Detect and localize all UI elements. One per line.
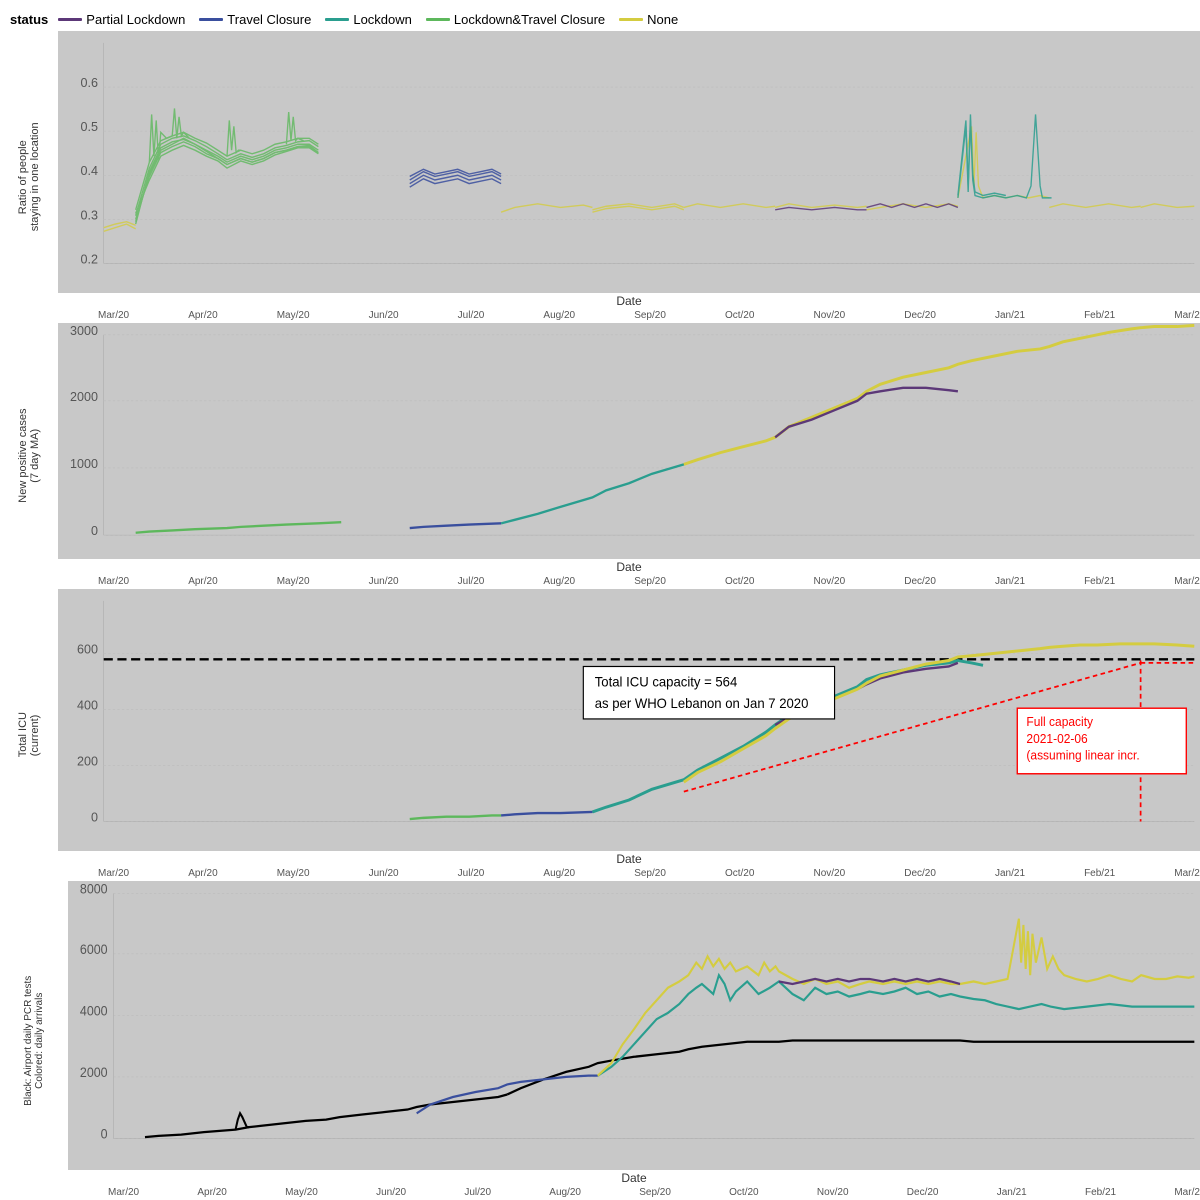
svg-text:0: 0 <box>101 1126 108 1142</box>
chart-panel-4: Black: Airport daily PCR tests Colored: … <box>0 881 1200 1200</box>
svg-text:0: 0 <box>91 523 98 538</box>
svg-text:Total ICU capacity = 564: Total ICU capacity = 564 <box>595 674 738 689</box>
chart-row-1: Ratio of people staying in one location … <box>0 31 1200 323</box>
legend-line-lockdown <box>325 18 349 21</box>
svg-text:as per WHO Lebanon on Jan 7 20: as per WHO Lebanon on Jan 7 2020 <box>595 696 809 711</box>
svg-text:6000: 6000 <box>80 941 108 957</box>
y-axis-label-3: Total ICU (current) <box>0 589 58 881</box>
chart-panel-1: Ratio of people staying in one location … <box>0 31 1200 323</box>
chart-area-4: 0 2000 4000 6000 8000 <box>68 881 1200 1170</box>
legend-item-none: None <box>619 12 678 27</box>
legend-label-lockdown-travel: Lockdown&Travel Closure <box>454 12 605 27</box>
legend: status Partial Lockdown Travel Closure L… <box>0 8 1200 31</box>
chart-row-3: Total ICU (current) 0 200 400 600 <box>0 589 1200 881</box>
legend-line-none <box>619 18 643 21</box>
svg-text:2000: 2000 <box>70 389 98 404</box>
main-container: status Partial Lockdown Travel Closure L… <box>0 0 1200 1200</box>
svg-text:(assuming linear incr.: (assuming linear incr. <box>1026 748 1139 762</box>
y-axis-label-4: Black: Airport daily PCR tests Colored: … <box>0 881 68 1200</box>
x-axis-label-1: Date <box>58 293 1200 310</box>
svg-text:0: 0 <box>91 809 98 824</box>
legend-line-lockdown-travel <box>426 18 450 21</box>
svg-text:0.4: 0.4 <box>81 163 98 178</box>
x-axis-label-2: Date <box>58 559 1200 576</box>
chart-panel-3: Total ICU (current) 0 200 400 600 <box>0 589 1200 881</box>
legend-label-travel-closure: Travel Closure <box>227 12 311 27</box>
svg-text:0.6: 0.6 <box>81 75 98 90</box>
legend-label-partial-lockdown: Partial Lockdown <box>86 12 185 27</box>
chart-area-3: 0 200 400 600 <box>58 589 1200 851</box>
chart-area-2: 0 1000 2000 3000 <box>58 323 1200 559</box>
y-axis-label-1: Ratio of people staying in one location <box>0 31 58 323</box>
svg-text:2000: 2000 <box>80 1064 108 1080</box>
legend-label-lockdown: Lockdown <box>353 12 412 27</box>
x-ticks-1: Mar/20Apr/20May/20Jun/20Jul/20Aug/20Sep/… <box>58 310 1200 323</box>
svg-text:8000: 8000 <box>80 881 108 897</box>
svg-text:0.3: 0.3 <box>81 207 98 222</box>
legend-label-none: None <box>647 12 678 27</box>
x-axis-label-3: Date <box>58 851 1200 868</box>
y-axis-label-2: New positive cases (7 day MA) <box>0 323 58 589</box>
legend-line-travel-closure <box>199 18 223 21</box>
legend-item-travel-closure: Travel Closure <box>199 12 311 27</box>
svg-text:3000: 3000 <box>70 323 98 338</box>
legend-item-lockdown-travel: Lockdown&Travel Closure <box>426 12 605 27</box>
x-ticks-3: Mar/20Apr/20May/20Jun/20Jul/20Aug/20Sep/… <box>58 868 1200 881</box>
svg-text:1000: 1000 <box>70 456 98 471</box>
legend-line-partial-lockdown <box>58 18 82 21</box>
svg-text:0.5: 0.5 <box>81 119 98 134</box>
x-ticks-4: Mar/20Apr/20May/20Jun/20Jul/20Aug/20Sep/… <box>68 1187 1200 1200</box>
chart-panel-2: New positive cases (7 day MA) 0 1000 200… <box>0 323 1200 589</box>
svg-text:0.2: 0.2 <box>81 251 98 266</box>
legend-item-lockdown: Lockdown <box>325 12 412 27</box>
x-ticks-2: Mar/20Apr/20May/20Jun/20Jul/20Aug/20Sep/… <box>58 576 1200 589</box>
svg-text:400: 400 <box>77 697 98 712</box>
svg-text:2021-02-06: 2021-02-06 <box>1026 731 1087 745</box>
legend-item-partial-lockdown: Partial Lockdown <box>58 12 185 27</box>
chart-svg-1: 0.2 0.3 0.4 0.5 0.6 <box>58 31 1200 293</box>
chart-row-2: New positive cases (7 day MA) 0 1000 200… <box>0 323 1200 589</box>
svg-text:Full capacity: Full capacity <box>1026 715 1093 729</box>
chart-area-1: 0.2 0.3 0.4 0.5 0.6 <box>58 31 1200 293</box>
svg-text:200: 200 <box>77 753 98 768</box>
x-axis-label-4: Date <box>68 1170 1200 1187</box>
chart-svg-3: 0 200 400 600 <box>58 589 1200 851</box>
chart-row-4: Black: Airport daily PCR tests Colored: … <box>0 881 1200 1200</box>
svg-text:4000: 4000 <box>80 1003 108 1019</box>
svg-text:600: 600 <box>77 641 98 656</box>
chart-svg-4: 0 2000 4000 6000 8000 <box>68 881 1200 1170</box>
legend-status-label: status <box>10 12 48 27</box>
chart-svg-2: 0 1000 2000 3000 <box>58 323 1200 559</box>
